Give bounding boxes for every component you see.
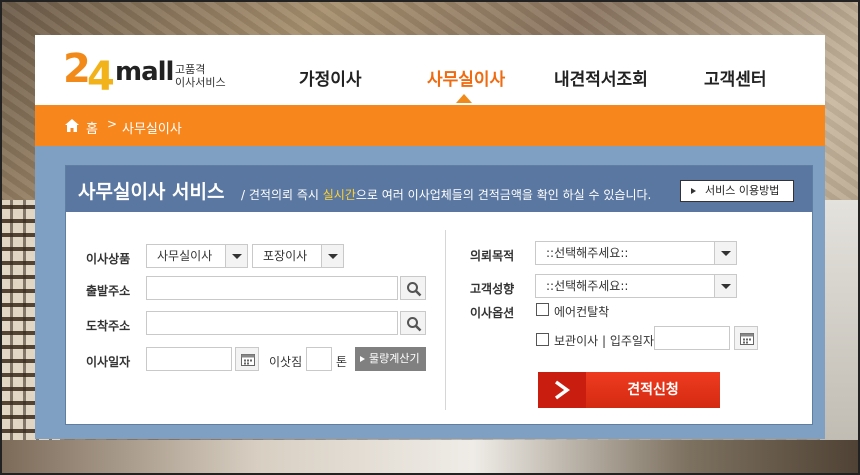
form-divider: [445, 230, 446, 410]
logo-digit-4: 4: [87, 54, 115, 100]
estimate-submit-label: 견적신청: [627, 382, 679, 398]
service-title: 사무실이사 서비스: [78, 181, 225, 203]
move-in-date-input[interactable]: [654, 326, 730, 350]
chevron-down-icon: [714, 242, 736, 264]
product-label: 이사상품: [86, 252, 131, 266]
nav-item-office-moving[interactable]: 사무실이사: [427, 65, 505, 90]
aircon-checkbox[interactable]: [536, 303, 549, 316]
volume-calculator-label: 물량계산기: [369, 352, 420, 365]
to-address-input[interactable]: [146, 311, 398, 335]
estimate-submit-button[interactable]: 견적신청: [538, 372, 720, 408]
submit-arrow: [538, 372, 586, 408]
product-select-packing-value: 포장이사: [263, 249, 308, 263]
purpose-label: 의뢰목적: [470, 249, 515, 263]
storage-option-label: 보관이사 | 입주일자: [554, 334, 654, 348]
product-select-packing[interactable]: 포장이사: [252, 244, 344, 268]
estimate-form-box: 사무실이사 서비스 / 견적의뢰 즉시 실시간으로 여러 이사업체들의 견적금액…: [65, 165, 813, 425]
nav-item-my-estimates[interactable]: 내견적서조회: [554, 65, 648, 90]
storage-checkbox[interactable]: [536, 333, 549, 346]
tendency-label: 고객성향: [470, 282, 515, 296]
calendar-icon: [241, 354, 255, 366]
load-ton-input[interactable]: [306, 347, 332, 371]
search-icon: [407, 317, 422, 332]
logo-brand-text: mall: [115, 57, 174, 87]
volume-calculator-button[interactable]: 물량계산기: [355, 347, 426, 371]
nav-active-indicator: [456, 94, 472, 103]
move-in-date-calendar-button[interactable]: [734, 326, 758, 350]
nav-item-customer-center[interactable]: 고객센터: [704, 65, 767, 90]
to-address-label: 도착주소: [86, 319, 131, 333]
logo-tagline-line2: 이사서비스: [175, 76, 226, 89]
service-guide-button[interactable]: 서비스 이용방법: [680, 180, 794, 202]
calendar-icon: [740, 333, 754, 345]
load-unit: 톤: [336, 355, 348, 369]
nav-item-home-moving[interactable]: 가정이사: [299, 65, 362, 90]
chevron-down-icon: [321, 245, 343, 267]
service-description-prefix: / 견적의뢰 즉시: [241, 188, 323, 202]
from-address-label: 출발주소: [86, 284, 131, 298]
chevron-down-icon: [714, 275, 736, 297]
chevron-right-icon: >: [107, 117, 118, 131]
purpose-select-value: ::선택해주세요::: [546, 246, 629, 260]
site-header: 2 4 mall 고품격 이사서비스 가정이사 사무실이사 내견적서조회 고객센…: [35, 35, 825, 105]
load-label: 이삿짐: [269, 355, 303, 369]
service-description: / 견적의뢰 즉시 실시간으로 여러 이사업체들의 견적금액을 확인 하실 수 …: [241, 186, 651, 203]
product-select-type[interactable]: 사무실이사: [146, 244, 248, 268]
option-label: 이사옵션: [470, 306, 515, 320]
breadcrumb-home[interactable]: 홈: [86, 118, 98, 137]
tendency-select-value: ::선택해주세요::: [546, 279, 629, 293]
to-address-search-button[interactable]: [400, 311, 426, 335]
service-description-highlight: 실시간: [322, 188, 356, 202]
search-icon: [407, 282, 422, 297]
move-date-calendar-button[interactable]: [235, 347, 259, 371]
background-decoration-bottom: [0, 440, 860, 475]
breadcrumb: 홈 > 사무실이사: [35, 105, 825, 146]
tendency-select[interactable]: ::선택해주세요::: [535, 274, 737, 298]
home-icon[interactable]: [65, 119, 79, 132]
background-decoration-right: [820, 200, 860, 475]
purpose-select[interactable]: ::선택해주세요::: [535, 241, 737, 265]
breadcrumb-current: 사무실이사: [122, 122, 182, 137]
chevron-down-icon: [225, 245, 247, 267]
chevron-right-icon: [554, 380, 570, 400]
service-guide-label: 서비스 이용방법: [705, 184, 780, 197]
service-header: 사무실이사 서비스 / 견적의뢰 즉시 실시간으로 여러 이사업체들의 견적금액…: [66, 166, 812, 212]
from-address-input[interactable]: [146, 276, 398, 300]
aircon-option-label: 에어컨탈착: [554, 305, 610, 319]
move-date-input[interactable]: [146, 347, 232, 371]
from-address-search-button[interactable]: [400, 276, 426, 300]
move-date-label: 이사일자: [86, 355, 131, 369]
service-description-suffix: 으로 여러 이사업체들의 견적금액을 확인 하실 수 있습니다.: [355, 188, 652, 202]
product-select-type-value: 사무실이사: [157, 249, 213, 263]
main-panel: 2 4 mall 고품격 이사서비스 가정이사 사무실이사 내견적서조회 고객센…: [35, 35, 825, 439]
site-logo[interactable]: 2 4 mall 고품격 이사서비스: [63, 49, 233, 99]
